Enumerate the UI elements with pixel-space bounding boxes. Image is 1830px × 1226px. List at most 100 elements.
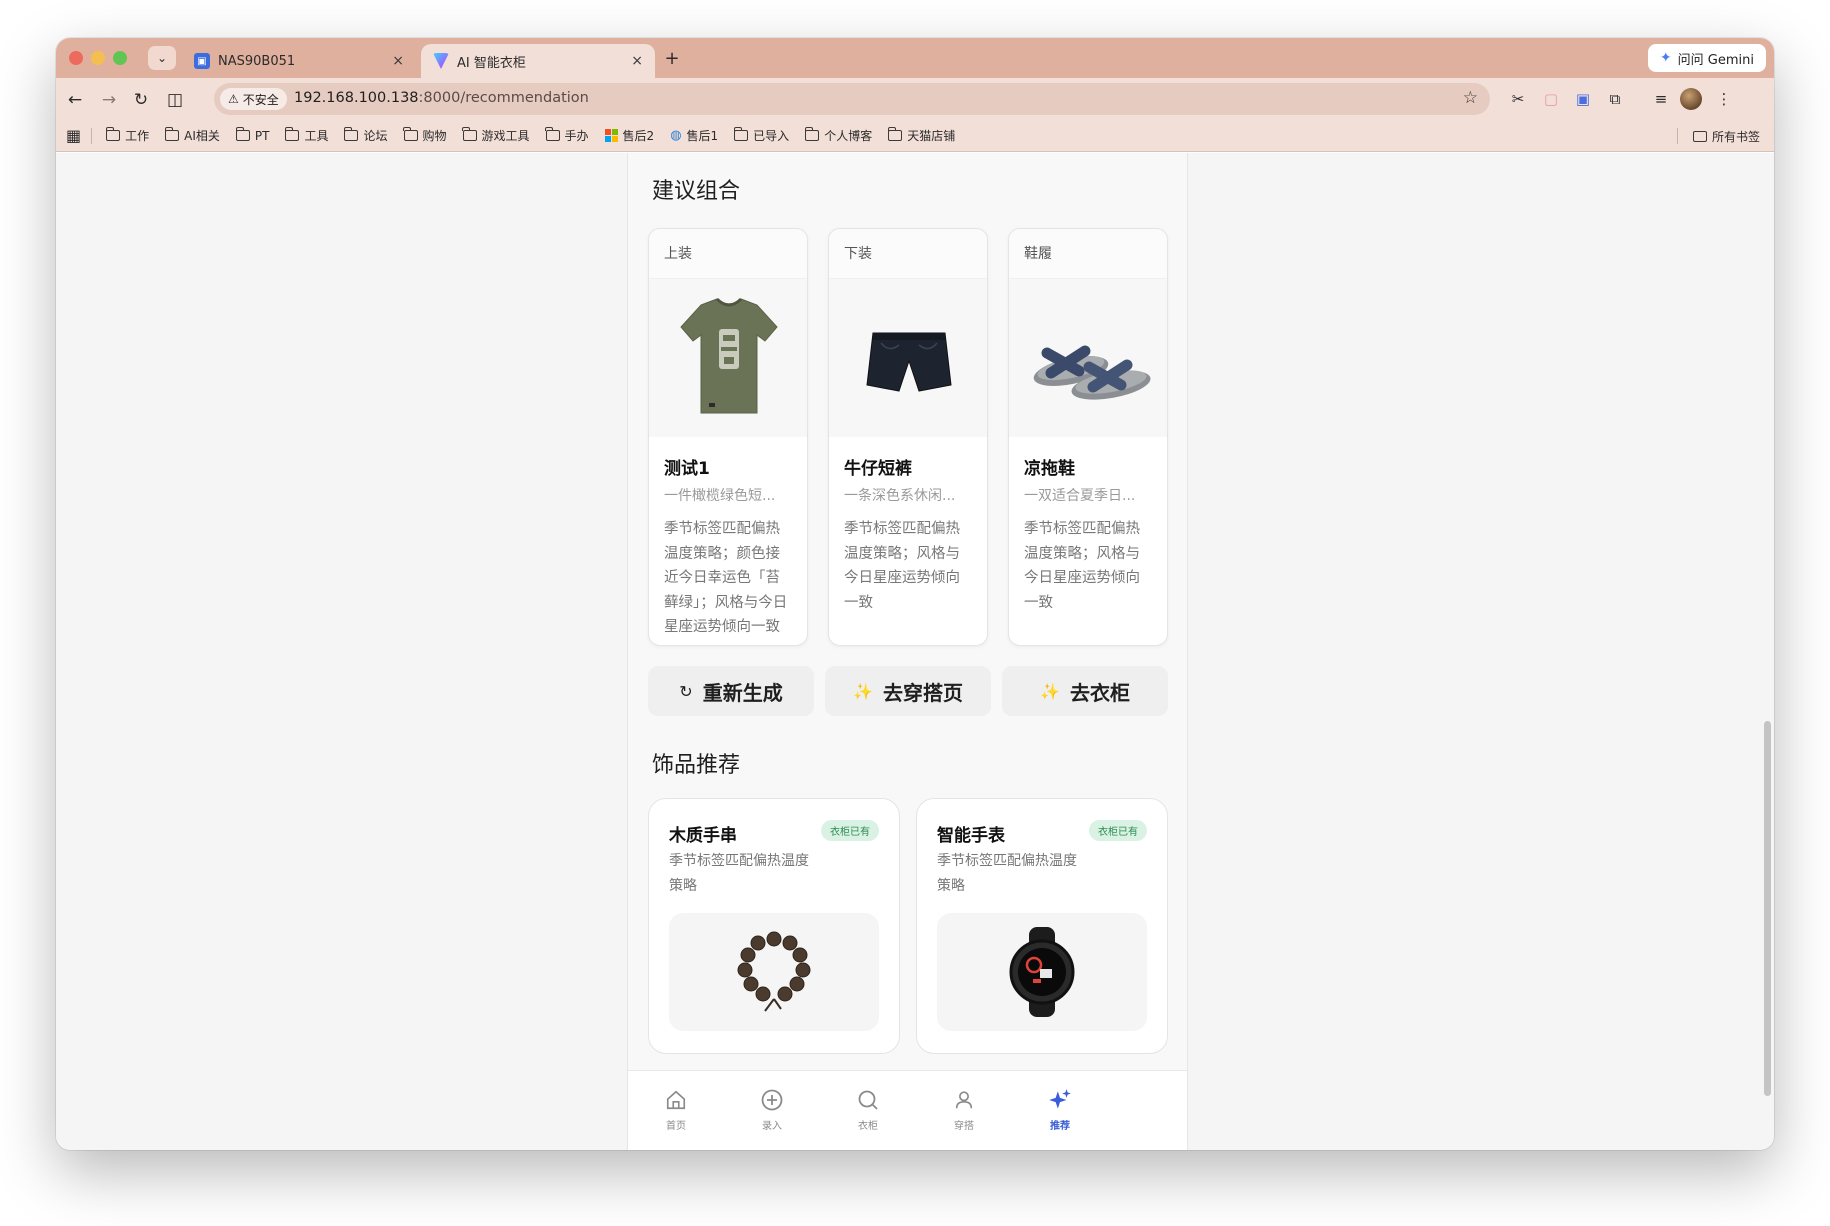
- minimize-window-button[interactable]: [91, 51, 105, 65]
- tab-bar: ⌄ ▣ NAS90B051 × AI 智能衣柜 × + ✦ 问问 Gemini: [56, 38, 1774, 78]
- item-name: 牛仔短裤: [844, 459, 912, 479]
- bookmark-folder[interactable]: AI相关: [164, 127, 220, 144]
- sparkles-icon: [1020, 1087, 1100, 1113]
- bookmark-folder[interactable]: 已导入: [733, 127, 790, 144]
- folder-icon: [403, 127, 418, 141]
- nav-home[interactable]: 首页: [636, 1087, 716, 1132]
- bookmark-folder[interactable]: 游戏工具: [462, 127, 530, 144]
- bookmark-label: 售后2: [622, 129, 655, 143]
- go-outfit-label: 去穿搭页: [882, 680, 963, 705]
- item-reason: 季节标签匹配偏热温度策略；颜色接近今日幸运色「苔藓绿」；风格与今日星座运势倾向一…: [664, 521, 788, 635]
- item-reason: 季节标签匹配偏热温度策略；风格与今日星座运势倾向一致: [1024, 521, 1140, 611]
- item-desc: 一双适合夏季日...: [1024, 488, 1136, 504]
- extension-blue-icon[interactable]: ▣: [1571, 87, 1595, 111]
- folder-icon: [733, 127, 749, 141]
- bookmark-star-icon[interactable]: ☆: [1463, 88, 1478, 108]
- profile-avatar[interactable]: [1680, 88, 1702, 110]
- accessory-reason: 季节标签匹配偏热温度策略: [937, 853, 1077, 894]
- go-outfit-button[interactable]: ✨ 去穿搭页: [825, 666, 991, 716]
- bookmark-separator: [91, 127, 93, 144]
- folder-icon: [344, 127, 359, 141]
- extension-scissors-icon[interactable]: ✂: [1506, 87, 1530, 111]
- bookmark-link[interactable]: 售后2: [604, 127, 655, 144]
- bracelet-image: [669, 913, 879, 1031]
- nav-label: 录入: [762, 1121, 782, 1132]
- nav-add[interactable]: 录入: [732, 1087, 812, 1132]
- security-indicator[interactable]: ⚠ 不安全: [220, 88, 287, 110]
- suggest-title: 建议组合: [652, 179, 741, 204]
- bookmark-folder[interactable]: 天猫店铺: [887, 127, 956, 144]
- accessory-name: 木质手串: [669, 826, 737, 846]
- outfit-card-shoes[interactable]: 鞋履 凉拖鞋 一双适合夏季日... 季节标签匹配偏热温度策略；风格与今日星座运势…: [1008, 228, 1168, 646]
- bookmark-folder[interactable]: 手办: [545, 127, 589, 144]
- bookmark-folder[interactable]: PT: [235, 127, 270, 143]
- more-menu-icon[interactable]: ⋮: [1712, 87, 1736, 111]
- ask-gemini-button[interactable]: ✦ 问问 Gemini: [1647, 44, 1766, 72]
- card-category: 上装: [649, 229, 807, 279]
- regenerate-button[interactable]: ↻ 重新生成: [648, 666, 814, 716]
- in-closet-badge: 衣柜已有: [1089, 820, 1147, 841]
- new-tab-button[interactable]: +: [660, 46, 684, 70]
- folder-icon: [887, 127, 903, 141]
- bookmark-folder[interactable]: 个人博客: [804, 127, 872, 144]
- back-arrow-icon[interactable]: ←: [62, 87, 88, 113]
- split-view-icon[interactable]: ◫: [162, 87, 188, 113]
- url-host: 192.168.100.138: [294, 90, 419, 106]
- bookmark-link[interactable]: ◍ 售后1: [670, 127, 718, 144]
- bookmark-label: 已导入: [753, 129, 790, 143]
- tab-close-icon[interactable]: ×: [392, 53, 404, 69]
- security-label: 不安全: [242, 92, 279, 107]
- forward-arrow-icon[interactable]: →: [96, 87, 122, 113]
- card-category: 下装: [829, 229, 987, 279]
- extension-bilibili-icon[interactable]: ▢: [1539, 87, 1563, 111]
- nav-closet[interactable]: 衣柜: [828, 1087, 908, 1132]
- warning-icon: ⚠: [228, 92, 239, 106]
- accessory-card-bracelet[interactable]: 木质手串 衣柜已有 季节标签匹配偏热温度策略: [648, 798, 900, 1054]
- all-bookmarks-label: 所有书签: [1711, 129, 1760, 144]
- reload-icon[interactable]: ↻: [128, 87, 154, 113]
- nav-label: 首页: [666, 1121, 686, 1132]
- browser-window: ⌄ ▣ NAS90B051 × AI 智能衣柜 × + ✦ 问问 Gemini …: [56, 38, 1774, 1150]
- bookmark-folder[interactable]: 论坛: [344, 127, 388, 144]
- extensions-puzzle-icon[interactable]: ⧉: [1603, 87, 1627, 111]
- nav-recommend[interactable]: 推荐: [1020, 1087, 1100, 1132]
- tab-ai-closet[interactable]: AI 智能衣柜 ×: [421, 44, 655, 78]
- bookmark-label: 天猫店铺: [907, 129, 956, 143]
- go-closet-label: 去衣柜: [1069, 680, 1130, 705]
- all-bookmarks[interactable]: 所有书签: [1676, 120, 1760, 152]
- bookmark-folder[interactable]: 工具: [285, 127, 328, 144]
- apps-grid-icon[interactable]: ▦: [66, 126, 81, 145]
- tab-close-icon[interactable]: ×: [631, 53, 643, 69]
- bookmark-label: AI相关: [184, 129, 220, 143]
- bookmark-folder[interactable]: 工作: [105, 127, 149, 144]
- regenerate-label: 重新生成: [702, 680, 783, 705]
- tab-search-button[interactable]: ⌄: [148, 46, 176, 70]
- tshirt-image: [649, 279, 807, 437]
- in-closet-badge: 衣柜已有: [821, 820, 879, 841]
- service-globe-icon: ◍: [670, 128, 682, 143]
- page-scrollbar[interactable]: [1764, 721, 1771, 1096]
- outfit-card-top[interactable]: 上装 测试1 一件橄榄绿色短... 季节标签匹配偏热温度策略；颜色接近今日幸运色…: [648, 228, 808, 646]
- close-window-button[interactable]: [69, 51, 83, 65]
- bookmark-folder[interactable]: 购物: [403, 127, 447, 144]
- gemini-spark-icon: ✦: [1659, 50, 1672, 66]
- bookmark-separator: [1676, 128, 1678, 144]
- app-container: 建议组合 上装 测试1 一件橄榄绿色短... 季节标签匹配偏热温度策略；颜色接近…: [627, 153, 1188, 1150]
- refresh-icon: ↻: [679, 681, 693, 701]
- nav-label: 推荐: [1050, 1121, 1070, 1132]
- nav-outfit[interactable]: 穿搭: [924, 1087, 1004, 1132]
- sparkles-icon: ✨: [1040, 681, 1060, 701]
- nas-favicon-icon: ▣: [194, 53, 210, 69]
- maximize-window-button[interactable]: [113, 51, 127, 65]
- bookmark-label: PT: [254, 128, 270, 143]
- url-text[interactable]: 192.168.100.138:8000/recommendation: [294, 90, 589, 106]
- go-closet-button[interactable]: ✨ 去衣柜: [1002, 666, 1168, 716]
- address-bar[interactable]: ⚠ 不安全 192.168.100.138:8000/recommendatio…: [214, 83, 1490, 115]
- accessory-card-watch[interactable]: 智能手表 衣柜已有 季节标签匹配偏热温度策略: [916, 798, 1168, 1054]
- tab-nas[interactable]: ▣ NAS90B051 ×: [182, 44, 416, 78]
- outfit-card-bottom[interactable]: 下装 牛仔短裤 一条深色系休闲... 季节标签匹配偏热温度策略；风格与今日星座运…: [828, 228, 988, 646]
- bookmark-label: 游戏工具: [481, 129, 530, 143]
- bookmark-label: 手办: [564, 129, 589, 143]
- reading-list-icon[interactable]: ≡: [1649, 87, 1673, 111]
- page-viewport: 建议组合 上装 测试1 一件橄榄绿色短... 季节标签匹配偏热温度策略；颜色接近…: [56, 153, 1774, 1150]
